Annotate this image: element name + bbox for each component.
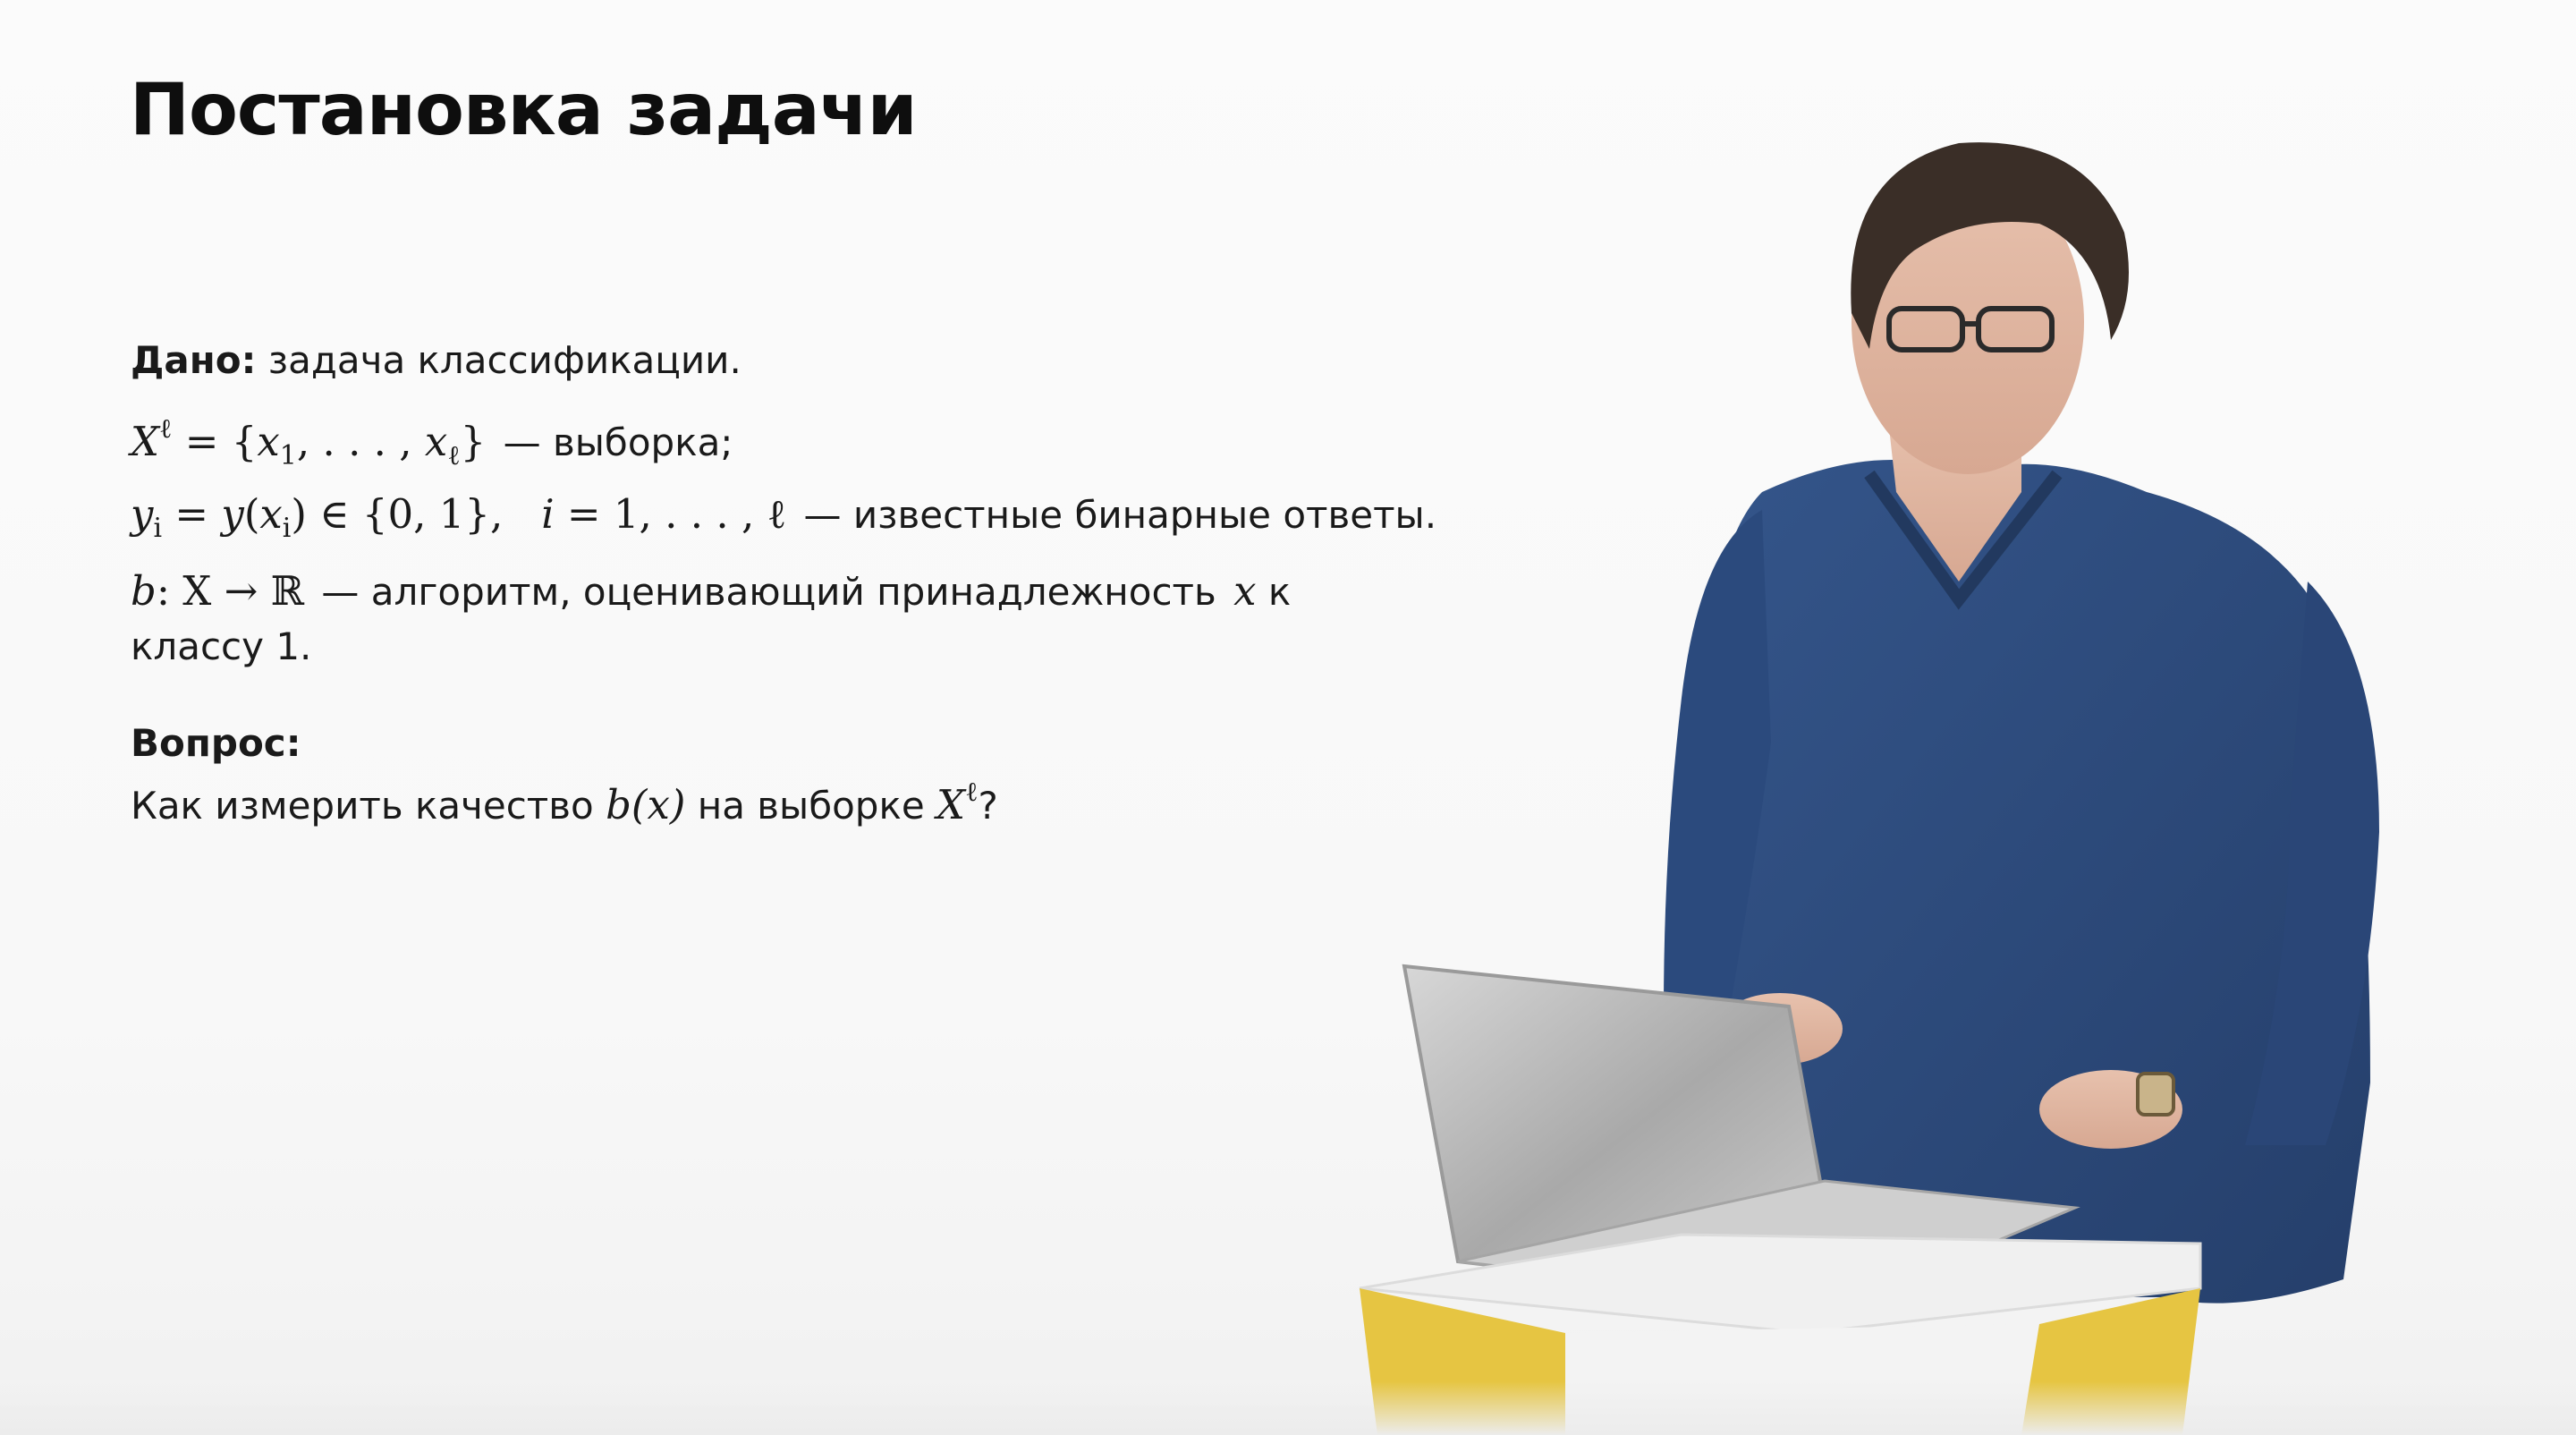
sample-eq: = { bbox=[172, 418, 258, 465]
answers-i: i bbox=[541, 490, 555, 538]
algo-line-2: классу 1. bbox=[131, 624, 311, 668]
algo-x: x bbox=[1233, 567, 1257, 615]
answers-line: yi = y(xi) ∈ {0, 1}, i = 1, . . . , ℓ — … bbox=[131, 490, 1442, 544]
given-line: Дано: задача классификации. bbox=[131, 338, 741, 382]
question-text-1: Как измерить качество bbox=[131, 784, 594, 828]
algo-text-3: классу 1. bbox=[131, 624, 312, 668]
sample-dots: , . . . , bbox=[296, 418, 425, 465]
answers-formula: yi = y(xi) ∈ {0, 1}, i = 1, . . . , ℓ bbox=[131, 490, 787, 544]
watch-icon bbox=[2136, 1072, 2175, 1117]
sample-text: — выборка; bbox=[503, 420, 733, 464]
question-line: Как измерить качество b(x) на выборке Xℓ… bbox=[131, 777, 998, 828]
answers-eq: = bbox=[162, 490, 222, 538]
algo-b: b bbox=[131, 567, 157, 615]
answers-in: ∈ {0, 1}, bbox=[306, 490, 542, 538]
answers-paren-open: ( bbox=[243, 490, 260, 538]
presenter-illustration bbox=[1359, 142, 2379, 1435]
bottom-fade bbox=[0, 1381, 2576, 1435]
sample-x1: x bbox=[257, 418, 280, 465]
sample-xl: x bbox=[424, 418, 448, 465]
question-mark: ? bbox=[978, 784, 998, 828]
sample-lhs-sup: ℓ bbox=[159, 413, 173, 445]
slide-title: Постановка задачи bbox=[130, 68, 918, 151]
sample-close: } bbox=[460, 418, 487, 465]
answers-x: x bbox=[259, 490, 283, 538]
given-text: задача классификации. bbox=[267, 338, 741, 382]
sample-lhs-var: X bbox=[131, 418, 160, 465]
question-label-line: Вопрос: bbox=[131, 721, 301, 765]
sample-formula: Xℓ = {x1, . . . , xℓ} bbox=[131, 413, 487, 471]
question-sup: ℓ bbox=[965, 777, 979, 808]
sample-line: Xℓ = {x1, . . . , xℓ} — выборка; bbox=[131, 413, 738, 471]
sample-xl-sub: ℓ bbox=[447, 440, 461, 471]
algo-formula: b: X → ℝ bbox=[131, 567, 304, 615]
algo-text-1: — алгоритм, оценивающий принадлежность bbox=[321, 570, 1216, 614]
algo-map: : X → ℝ bbox=[156, 567, 305, 615]
given-label: Дано: bbox=[131, 338, 257, 382]
algo-text-2: к bbox=[1267, 570, 1292, 614]
answers-y-sub: i bbox=[153, 513, 163, 544]
answers-y: y bbox=[131, 490, 154, 538]
question-label: Вопрос: bbox=[131, 721, 301, 765]
question-bx: b(x) bbox=[606, 781, 686, 828]
algo-line: b: X → ℝ — алгоритм, оценивающий принадл… bbox=[131, 567, 1291, 615]
answers-x-sub: i bbox=[282, 513, 292, 544]
answers-range: = 1, . . . , ℓ bbox=[554, 490, 787, 538]
answers-paren-close: ) bbox=[291, 490, 307, 538]
question-X: X bbox=[936, 781, 966, 828]
question-text-2: на выборке bbox=[697, 784, 925, 828]
answers-y2: y bbox=[221, 490, 244, 538]
slide: Постановка задачи Дано: задача классифик… bbox=[0, 0, 2576, 1435]
sample-x1-sub: 1 bbox=[279, 440, 297, 471]
question-sample: Xℓ bbox=[936, 777, 978, 828]
